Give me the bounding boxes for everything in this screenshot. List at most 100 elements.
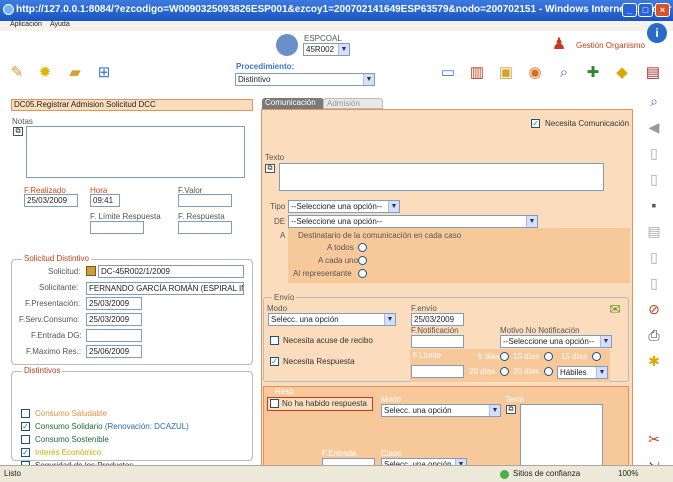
a-cada-uno-radio[interactable] bbox=[358, 256, 367, 265]
distintivo-checkbox[interactable]: ✓ bbox=[21, 448, 30, 457]
window-titlebar: http://127.0.0.1:8084/?ezcodigo=W0090325… bbox=[0, 0, 673, 21]
minimize-button[interactable]: _ bbox=[622, 3, 637, 17]
distintivo-label: Interés Económico bbox=[35, 448, 101, 457]
printer-icon[interactable]: ⎙ bbox=[644, 325, 664, 345]
distintivo-checkbox[interactable] bbox=[21, 409, 30, 418]
save-icon[interactable]: ▪ bbox=[644, 195, 664, 215]
maximize-button[interactable]: □ bbox=[638, 3, 653, 17]
no-respuesta-label: No ha habido respuesta bbox=[282, 399, 367, 408]
dias-5-radio[interactable] bbox=[500, 352, 509, 361]
fmax-input[interactable]: 25/06/2009 bbox=[86, 345, 142, 358]
distintivo-checkbox[interactable] bbox=[21, 435, 30, 444]
book-icon[interactable]: ▤ bbox=[642, 62, 664, 84]
paperclip-icon[interactable]: ⊘ bbox=[644, 299, 664, 319]
solicitante-input[interactable]: FERNANDO GARCÍA ROMÁN (ESPIRAL INF bbox=[86, 282, 244, 295]
acuse-checkbox[interactable] bbox=[270, 336, 279, 345]
zoom-icon[interactable]: ⌕ bbox=[644, 91, 664, 111]
flimite-input[interactable] bbox=[90, 221, 144, 234]
clase-label: Clase bbox=[381, 449, 402, 458]
dias-30-radio[interactable] bbox=[544, 367, 553, 376]
copy-icon[interactable]: ⧉ bbox=[13, 127, 23, 136]
copy-icon-3[interactable]: ⧉ bbox=[506, 405, 516, 414]
env-flimite-input[interactable] bbox=[411, 365, 464, 378]
tab-comunicacion[interactable]: Comunicación bbox=[262, 98, 324, 109]
gestion-label[interactable]: Gestión Organismo bbox=[576, 41, 645, 50]
no-respuesta-checkbox[interactable] bbox=[270, 399, 279, 408]
resp-texto-textarea[interactable] bbox=[520, 404, 603, 470]
fserv-input[interactable]: 25/03/2009 bbox=[86, 313, 142, 326]
copy-icon-2[interactable]: ⧉ bbox=[265, 164, 275, 173]
close-button[interactable]: × bbox=[655, 3, 670, 17]
books-icon[interactable]: ▥ bbox=[466, 62, 488, 84]
procedimiento-label: Procedimiento: bbox=[236, 62, 295, 71]
procedimiento-select[interactable]: Distintivo ▼ bbox=[235, 73, 375, 86]
firefox-icon[interactable]: ◉ bbox=[524, 62, 546, 84]
laptop-icon[interactable]: ▭ bbox=[437, 62, 459, 84]
dias-15-radio[interactable] bbox=[592, 352, 601, 361]
distintivo-checkbox[interactable]: ✓ bbox=[21, 422, 30, 431]
solicitud-label: Solicitud: bbox=[48, 267, 81, 276]
fnotif-label: F.Notificación bbox=[411, 326, 459, 335]
necesita-comunicacion-checkbox[interactable]: ✓ bbox=[531, 119, 540, 128]
a-todos-radio[interactable] bbox=[358, 243, 367, 252]
fnotif-input[interactable] bbox=[411, 335, 464, 348]
edit-icon[interactable]: ✎ bbox=[6, 62, 28, 84]
tipo-select[interactable]: --Seleccione una opción-- ▼ bbox=[288, 200, 400, 213]
tipo-label: Tipo bbox=[270, 202, 286, 211]
fentrada-input[interactable] bbox=[86, 329, 142, 342]
gestion-icon[interactable]: ♟ bbox=[547, 34, 571, 54]
folder-small-icon[interactable] bbox=[86, 266, 96, 276]
status-bar: Listo Sitios de confianza 100% bbox=[0, 465, 673, 482]
documents-icon[interactable]: ▯ bbox=[644, 169, 664, 189]
print-preview-icon[interactable]: ▯ bbox=[644, 273, 664, 293]
folder-icon[interactable]: ▰ bbox=[64, 62, 86, 84]
distintivo-label: Consumo Saludable bbox=[35, 409, 107, 418]
habiles-select[interactable]: Hábiles ▼ bbox=[557, 366, 608, 379]
tools-exit-icon[interactable]: ✂ bbox=[644, 429, 664, 449]
fserv-label: F.Serv.Consumo: bbox=[19, 315, 80, 324]
frespuesta-label: F. Respuesta bbox=[178, 212, 225, 221]
send-icon[interactable]: ✉ bbox=[605, 301, 625, 321]
menu-ayuda[interactable]: Ayuda bbox=[50, 21, 70, 28]
fvalor-input[interactable] bbox=[178, 194, 232, 207]
solicitud-input[interactable]: DC-45R002/1/2009 bbox=[98, 265, 244, 278]
pages-icon[interactable]: ▯ bbox=[644, 143, 664, 163]
distintivo-label: Consumo Sostenible bbox=[35, 435, 109, 444]
notas-label: Notas bbox=[12, 117, 33, 126]
dias-10-radio[interactable] bbox=[544, 352, 553, 361]
al-representante-radio[interactable] bbox=[358, 269, 367, 278]
resp-modo-select[interactable]: Selecc. una opción ▼ bbox=[381, 404, 501, 417]
envio-legend: Envío bbox=[272, 293, 297, 302]
fpres-input[interactable]: 25/03/2009 bbox=[86, 297, 142, 310]
menu-aplicacion[interactable]: Aplicación bbox=[10, 21, 42, 28]
destinatario-label: Destinatario de la comunicación en cada … bbox=[298, 231, 462, 240]
resp-texto-label: Texto bbox=[505, 395, 525, 404]
fenvio-input[interactable]: 25/03/2009 bbox=[411, 313, 464, 326]
back-icon[interactable]: ◀ bbox=[644, 117, 664, 137]
a-label: A bbox=[280, 231, 286, 240]
lightbulb-icon[interactable]: ✹ bbox=[34, 62, 56, 84]
site-select[interactable]: 45R002 ▼ bbox=[303, 43, 350, 56]
zoom-level[interactable]: 100% bbox=[618, 469, 638, 478]
box-icon[interactable]: ▣ bbox=[495, 62, 517, 84]
envio-modo-select[interactable]: Selecc. una opción ▼ bbox=[268, 313, 396, 326]
settings-icon[interactable]: ✱ bbox=[644, 351, 664, 371]
distintivo-label: Consumo Solidario (Renovación: DCAZUL) bbox=[35, 422, 189, 431]
tools-icon[interactable]: ✚ bbox=[582, 62, 604, 84]
list-icon[interactable]: ▤ bbox=[644, 221, 664, 241]
tab-admision[interactable]: Admisión bbox=[323, 98, 383, 109]
hora-input[interactable]: 09:41 bbox=[90, 194, 120, 207]
frespuesta-input[interactable] bbox=[178, 221, 232, 234]
realizado-input[interactable]: 25/03/2009 bbox=[24, 194, 78, 207]
network-icon[interactable]: ⊞ bbox=[93, 62, 115, 84]
copy-doc-icon[interactable]: ▯ bbox=[644, 247, 664, 267]
search-doc-icon[interactable]: ⌕ bbox=[553, 62, 575, 84]
de-select[interactable]: --Seleccione una opción-- ▼ bbox=[288, 215, 538, 228]
texto-textarea[interactable] bbox=[279, 163, 604, 191]
motivo-select[interactable]: --Seleccione una opción-- ▼ bbox=[500, 335, 612, 348]
notas-textarea[interactable] bbox=[26, 126, 245, 178]
info-icon[interactable]: i bbox=[647, 23, 667, 43]
necesita-respuesta-checkbox[interactable]: ✓ bbox=[270, 357, 279, 366]
dias-20-radio[interactable] bbox=[500, 367, 509, 376]
tag-icon[interactable]: ◆ bbox=[611, 62, 633, 84]
